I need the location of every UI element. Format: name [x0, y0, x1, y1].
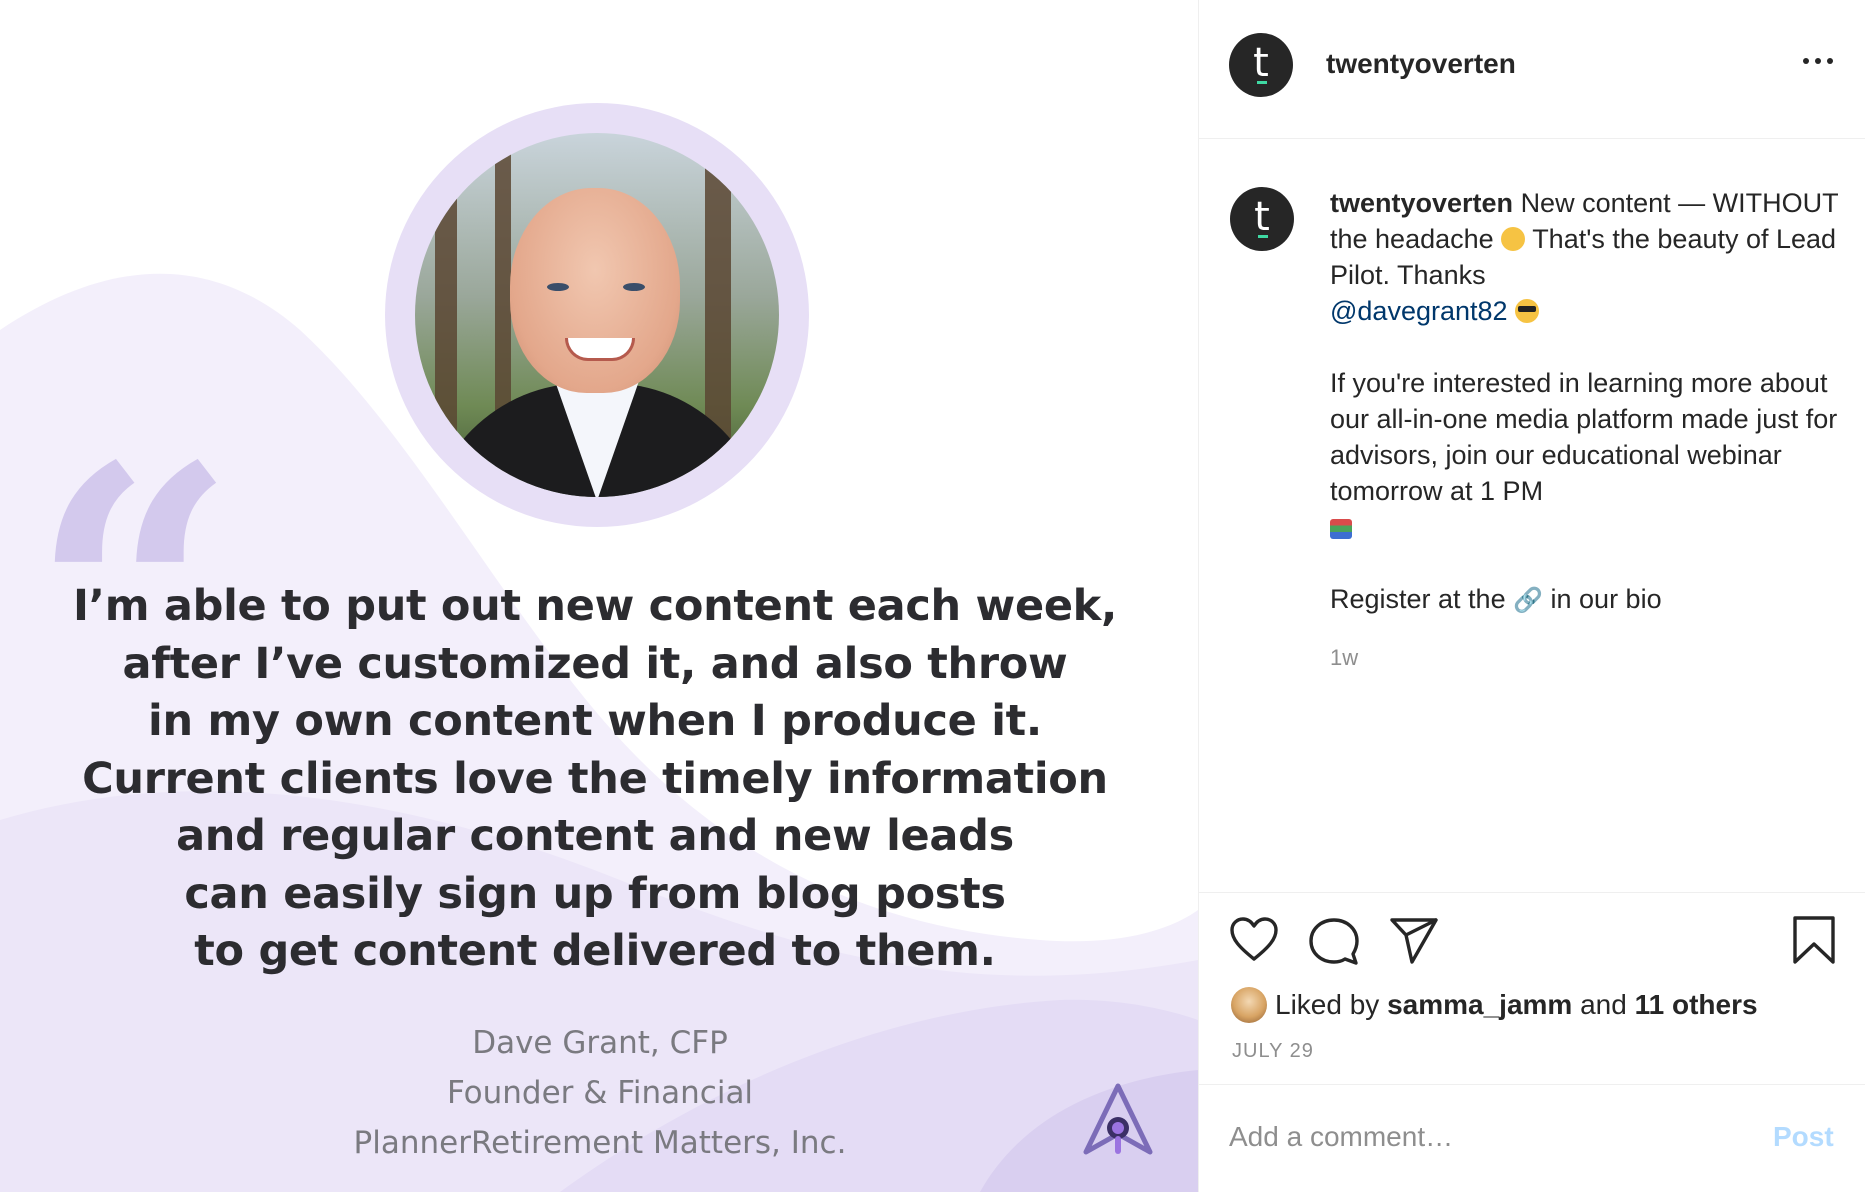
heart-icon[interactable]: [1229, 917, 1279, 963]
avatar-letter: t: [1253, 40, 1269, 86]
link-emoji-icon: 🔗: [1513, 587, 1543, 614]
caption-text: twentyoverten New content — WITHOUT the …: [1330, 185, 1850, 619]
ellipsis-dot: [1815, 58, 1821, 64]
person-face: [510, 188, 680, 393]
lead-pilot-logo: [1083, 1083, 1153, 1155]
avatar-accent: [1258, 235, 1268, 238]
books-emoji-icon: [1330, 519, 1352, 539]
caption-username[interactable]: twentyoverten: [1330, 188, 1513, 218]
comment-icon[interactable]: [1309, 917, 1359, 967]
post-timestamp[interactable]: 1w: [1330, 645, 1358, 671]
user-mention-link[interactable]: @davegrant82: [1330, 296, 1508, 326]
attribution-line: PlannerRetirement Matters, Inc.: [353, 1125, 847, 1161]
portrait-photo: [415, 133, 779, 497]
post-header: t twentyoverten: [1199, 0, 1865, 139]
caption-avatar[interactable]: t: [1230, 187, 1294, 251]
person-eye: [547, 283, 569, 291]
post-comment-button[interactable]: Post: [1773, 1121, 1834, 1153]
liked-by-user[interactable]: samma_jamm: [1387, 989, 1572, 1021]
post-date[interactable]: JULY 29: [1232, 1040, 1314, 1063]
attribution-line: Founder & Financial: [446, 1075, 754, 1111]
attribution-line: Dave Grant, CFP: [472, 1025, 728, 1061]
avatar-letter: t: [1254, 194, 1270, 240]
sunglasses-emoji-icon: [1515, 299, 1540, 323]
post-sidebar: t twentyoverten t twentyoverten New cont…: [1198, 0, 1865, 1192]
testimonial-attribution: Dave Grant, CFP Founder & Financial Plan…: [200, 1018, 1000, 1168]
liked-by-and: and: [1580, 989, 1627, 1020]
likes-summary[interactable]: Liked by samma_jamm and 11 others: [1231, 985, 1758, 1025]
ellipsis-dot: [1803, 58, 1809, 64]
avatar-accent: [1257, 81, 1267, 84]
send-icon[interactable]: [1389, 917, 1439, 965]
person-eye: [623, 283, 645, 291]
account-avatar[interactable]: t: [1229, 33, 1293, 97]
testimonial-quote: I’m able to put out new content each wee…: [72, 581, 1118, 976]
action-bar: Liked by samma_jamm and 11 others JULY 2…: [1199, 892, 1865, 1084]
liked-by-others[interactable]: 11 others: [1635, 989, 1758, 1021]
comment-input[interactable]: [1229, 1113, 1729, 1161]
liked-by-prefix: Liked by: [1275, 989, 1380, 1020]
portrait-frame: [385, 103, 809, 527]
bookmark-icon[interactable]: [1792, 915, 1836, 965]
comment-bar: Post: [1199, 1084, 1865, 1192]
caption-line: in our bio: [1550, 584, 1662, 614]
caption-line: Register at the: [1330, 584, 1506, 614]
post-image[interactable]: “ I’m able to put out new content each w…: [0, 0, 1198, 1192]
caption-paragraph: If you're interested in learning more ab…: [1330, 368, 1838, 506]
tree-trunk: [435, 133, 457, 497]
liker-avatar[interactable]: [1231, 987, 1267, 1023]
exploding-head-emoji-icon: [1501, 227, 1526, 251]
post-caption: t twentyoverten New content — WITHOUT th…: [1199, 139, 1865, 892]
ellipsis-dot: [1827, 58, 1833, 64]
instagram-post: “ I’m able to put out new content each w…: [0, 0, 1865, 1192]
header-username[interactable]: twentyoverten: [1326, 48, 1516, 80]
ellipsis-icon[interactable]: [1803, 58, 1833, 64]
